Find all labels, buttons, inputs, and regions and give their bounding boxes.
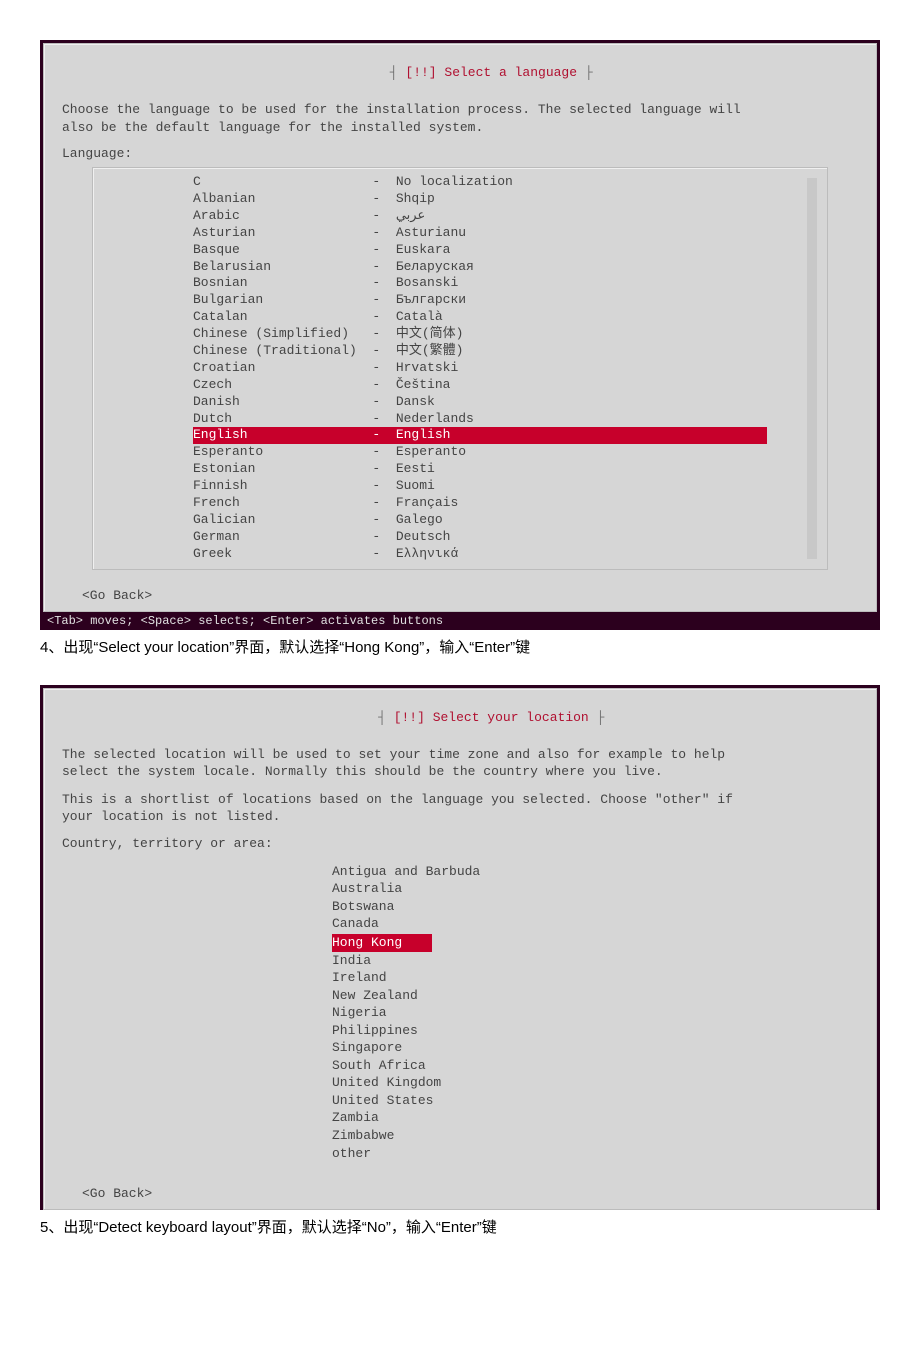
dialog-instructions-2: This is a shortlist of locations based o…: [62, 791, 858, 826]
location-option[interactable]: Singapore: [332, 1039, 828, 1057]
language-list[interactable]: C - No localizationAlbanian - ShqipArabi…: [93, 172, 827, 564]
dialog-select-language: ┤ [!!] Select a language ├ Choose the la…: [43, 43, 877, 612]
location-option[interactable]: Nigeria: [332, 1004, 828, 1022]
language-option[interactable]: Belarusian - Беларуская: [193, 259, 767, 276]
go-back-button[interactable]: <Go Back>: [82, 1186, 858, 1201]
location-option[interactable]: South Africa: [332, 1057, 828, 1075]
location-option[interactable]: Zambia: [332, 1109, 828, 1127]
title-rule-left: ┤: [390, 65, 406, 80]
language-option[interactable]: Danish - Dansk: [193, 394, 767, 411]
location-list[interactable]: Antigua and BarbudaAustraliaBotswanaCana…: [92, 861, 828, 1164]
location-option[interactable]: Hong Kong: [332, 934, 432, 952]
language-option[interactable]: Chinese (Traditional) - 中文(繁體): [193, 343, 767, 360]
language-option[interactable]: C - No localization: [193, 174, 767, 191]
location-option[interactable]: United States: [332, 1092, 828, 1110]
dialog-instructions: Choose the language to be used for the i…: [62, 101, 858, 136]
screenshot-select-language: ┤ [!!] Select a language ├ Choose the la…: [40, 40, 880, 630]
location-option[interactable]: Botswana: [332, 898, 828, 916]
language-option[interactable]: Chinese (Simplified) - 中文(简体): [193, 326, 767, 343]
language-option[interactable]: English - English: [193, 427, 767, 444]
go-back-button[interactable]: <Go Back>: [82, 588, 858, 603]
language-option[interactable]: Albanian - Shqip: [193, 191, 767, 208]
language-option[interactable]: Estonian - Eesti: [193, 461, 767, 478]
location-option[interactable]: Antigua and Barbuda: [332, 863, 828, 881]
screenshot-select-location: ┤ [!!] Select your location ├ The select…: [40, 685, 880, 1210]
dialog-select-location: ┤ [!!] Select your location ├ The select…: [43, 688, 877, 1210]
language-option[interactable]: Czech - Čeština: [193, 377, 767, 394]
title-rule-left: ┤: [378, 710, 394, 725]
scrollbar[interactable]: [807, 178, 817, 558]
location-option[interactable]: Canada: [332, 915, 828, 933]
footer-hint: <Tab> moves; <Space> selects; <Enter> ac…: [43, 612, 877, 630]
language-option[interactable]: Arabic - عربي: [193, 208, 767, 225]
language-option[interactable]: Esperanto - Esperanto: [193, 444, 767, 461]
language-option[interactable]: German - Deutsch: [193, 529, 767, 546]
dialog-title: [!!] Select a language: [405, 65, 577, 80]
language-option[interactable]: Asturian - Asturianu: [193, 225, 767, 242]
dialog-instructions-1: The selected location will be used to se…: [62, 746, 858, 781]
location-label: Country, territory or area:: [62, 836, 858, 851]
language-option[interactable]: Bulgarian - Български: [193, 292, 767, 309]
language-option[interactable]: Basque - Euskara: [193, 242, 767, 259]
language-option[interactable]: Galician - Galego: [193, 512, 767, 529]
location-option[interactable]: other: [332, 1145, 828, 1163]
title-rule-right: ├: [577, 65, 593, 80]
language-option[interactable]: French - Français: [193, 495, 767, 512]
location-option[interactable]: Australia: [332, 880, 828, 898]
language-option[interactable]: Croatian - Hrvatski: [193, 360, 767, 377]
location-option[interactable]: Zimbabwe: [332, 1127, 828, 1145]
title-rule-right: ├: [589, 710, 605, 725]
language-option[interactable]: Dutch - Nederlands: [193, 411, 767, 428]
language-label: Language:: [62, 146, 858, 161]
location-option[interactable]: India: [332, 952, 828, 970]
caption-step-4: 4、出现“Select your location”界面，默认选择“Hong K…: [40, 636, 880, 657]
location-option[interactable]: Philippines: [332, 1022, 828, 1040]
dialog-title-row: ┤ [!!] Select a language ├: [62, 50, 858, 95]
language-list-box: C - No localizationAlbanian - ShqipArabi…: [92, 167, 828, 569]
language-option[interactable]: Finnish - Suomi: [193, 478, 767, 495]
location-option[interactable]: Ireland: [332, 969, 828, 987]
language-option[interactable]: Bosnian - Bosanski: [193, 275, 767, 292]
location-option[interactable]: New Zealand: [332, 987, 828, 1005]
caption-step-5: 5、出现“Detect keyboard layout”界面，默认选择“No”，…: [40, 1216, 880, 1237]
document-page: ┤ [!!] Select a language ├ Choose the la…: [0, 0, 920, 1345]
location-option[interactable]: United Kingdom: [332, 1074, 828, 1092]
dialog-title: [!!] Select your location: [394, 710, 589, 725]
language-option[interactable]: Catalan - Català: [193, 309, 767, 326]
language-option[interactable]: Greek - Ελληνικά: [193, 546, 767, 563]
dialog-title-row: ┤ [!!] Select your location ├: [62, 695, 858, 740]
location-list-box: Antigua and BarbudaAustraliaBotswanaCana…: [92, 857, 828, 1168]
